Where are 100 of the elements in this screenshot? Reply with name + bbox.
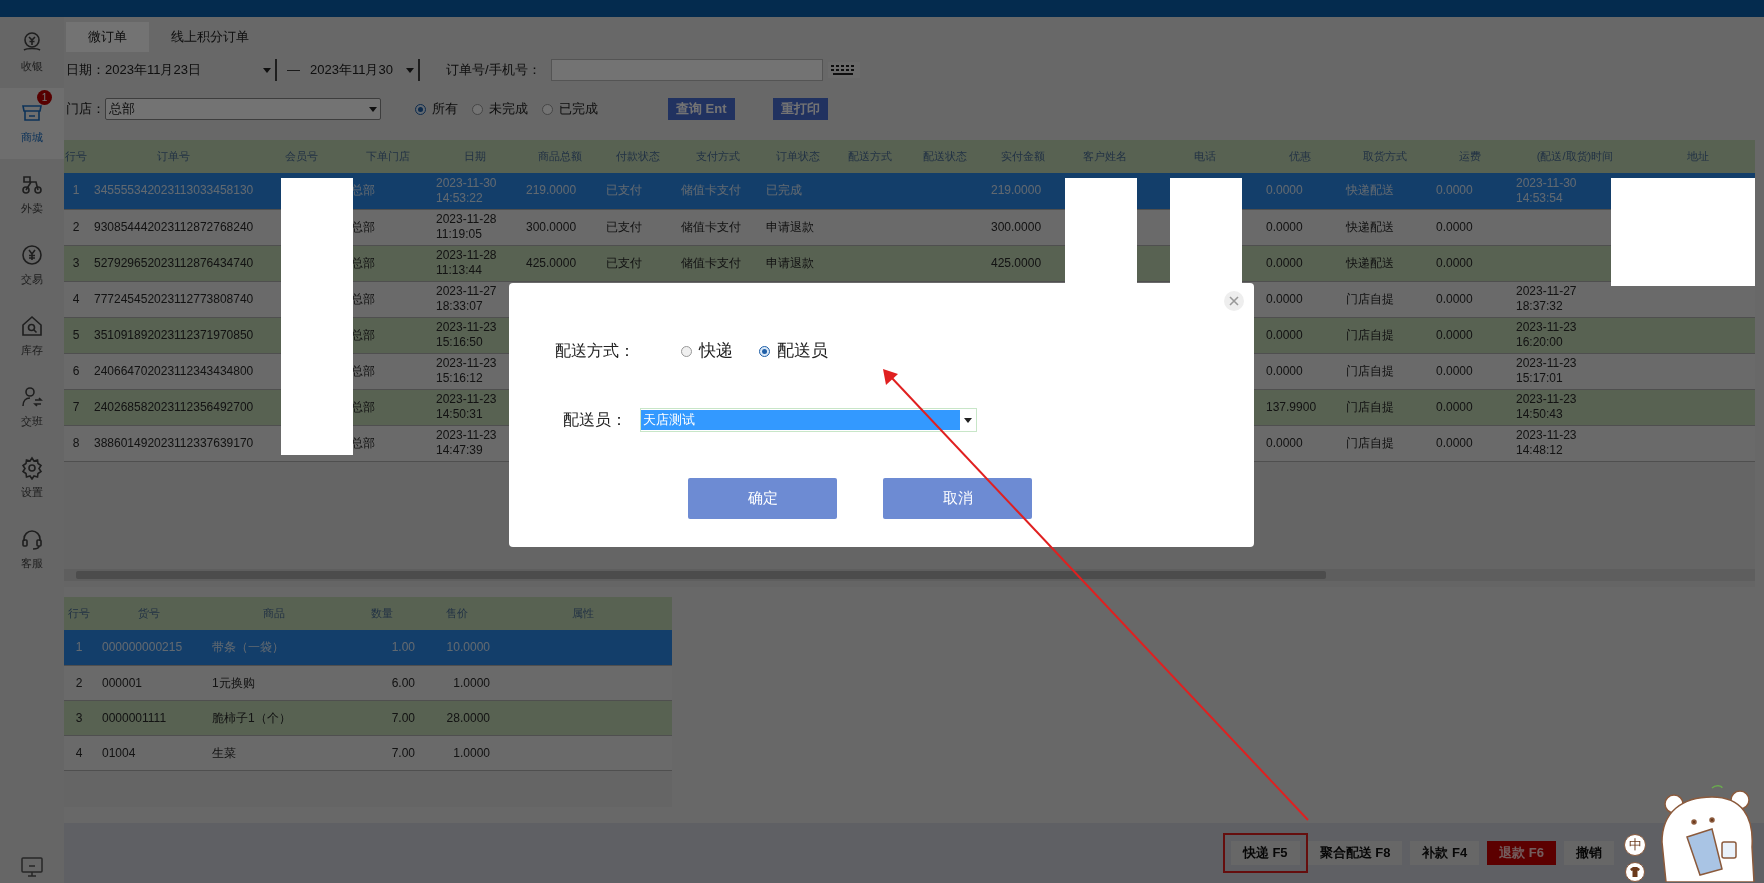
search-field[interactable]	[550, 59, 823, 81]
table-cell: 生菜	[212, 745, 236, 760]
table-cell-text: 2023-11-23 15:16:12	[436, 356, 498, 386]
radio-button[interactable]	[759, 345, 770, 357]
table-cell-text: 2023-11-23 15:17:01	[1516, 356, 1578, 386]
close-icon	[1229, 296, 1239, 306]
tab[interactable]: 微订单	[66, 22, 149, 52]
table-cell: 0.0000	[1436, 399, 1473, 414]
table-cell: 门店自提	[1346, 435, 1394, 450]
table-cell: 0.0000	[1266, 435, 1303, 450]
action-button[interactable]: 聚合配送 F8	[1307, 841, 1403, 865]
table-cell: 7.00	[391, 745, 415, 760]
table-cell: 0.0000	[1436, 363, 1473, 378]
table-cell: 1.00	[391, 640, 415, 655]
close-button[interactable]	[1224, 291, 1244, 311]
table-cell-text: 2023-11-28 11:13:44	[436, 248, 498, 278]
reprint-button[interactable]: 重打印	[772, 98, 828, 120]
action-button[interactable]: 退款 F6	[1487, 841, 1556, 865]
field-label: 配送员：	[563, 410, 628, 430]
table-cell: 1	[75, 640, 83, 655]
table-cell: 申请退款	[766, 255, 814, 270]
table-cell: 777245452023112773808740	[94, 291, 254, 306]
table-cell: 7	[72, 399, 80, 414]
table-cell: 6	[72, 363, 80, 378]
table-cell: 3	[75, 710, 83, 725]
table-cell: 1.0000	[453, 675, 490, 690]
store-select[interactable]: 总部	[105, 98, 381, 120]
dropdown-caret-icon	[369, 106, 377, 112]
horizontal-scrollbar[interactable]	[64, 569, 1755, 581]
radio-button[interactable]	[681, 345, 692, 357]
table-cell: 门店自提	[1346, 399, 1394, 414]
shirt-icon[interactable]	[1625, 862, 1645, 882]
table-cell: 425.0000	[991, 255, 1042, 270]
status-radio[interactable]: 所有	[415, 99, 458, 119]
cancel-button[interactable]: 取消	[883, 478, 1032, 519]
table-cell: 已完成	[766, 183, 802, 198]
radio-button[interactable]	[415, 103, 426, 115]
confirm-button[interactable]: 确定	[688, 478, 837, 519]
item-row[interactable]: 3 0000001111 脆柿子1（个） 7.00 28.0000	[64, 700, 672, 735]
table-cell: 0.0000	[1436, 183, 1473, 198]
table-cell: 0.0000	[1436, 219, 1473, 234]
date-picker[interactable]: 2023年11月30	[310, 59, 420, 81]
table-cell: 快递配送	[1346, 219, 1394, 234]
date-picker[interactable]: 2023年11月23日	[105, 59, 277, 81]
field-label: 门店：	[66, 100, 105, 119]
table-cell-text: 2023-11-30 14:53:22	[436, 175, 498, 206]
table-cell: 0.0000	[1266, 183, 1303, 198]
query-button[interactable]: 查询 Ent	[668, 98, 735, 120]
table-cell: 01004	[102, 745, 136, 760]
radio-button[interactable]	[542, 103, 553, 115]
table-cell: 000001	[102, 675, 143, 690]
table-cell: 000000000215	[102, 640, 183, 655]
item-row[interactable]: 4 01004 生菜 7.00 1.0000	[64, 735, 672, 770]
table-cell: 5	[72, 327, 80, 342]
scrollbar-thumb[interactable]	[76, 571, 1326, 579]
table-cell: 2	[72, 219, 80, 234]
item-row[interactable]: 2 000001 1元换购 6.00 1.0000	[64, 665, 672, 700]
table-cell: 已支付	[606, 255, 642, 270]
table-cell: 0.0000	[1436, 291, 1473, 306]
courier-select[interactable]: 天店测试	[640, 408, 977, 432]
status-radio[interactable]: 未完成	[472, 99, 528, 119]
table-cell: 储值卡支付	[681, 183, 741, 198]
settings-icon	[20, 456, 44, 481]
table-cell: 300.0000	[526, 219, 577, 234]
table-cell: 0.0000	[1266, 327, 1303, 342]
table-cell: 425.0000	[526, 255, 577, 270]
table-cell-text: 2023-11-23 16:20:00	[1516, 320, 1578, 350]
table-cell: 0.0000	[1266, 363, 1303, 378]
field-label: 配送方式：	[555, 341, 636, 361]
table-cell-text: 2023-11-23 14:47:39	[436, 428, 498, 458]
table-cell: 219.0000	[526, 183, 577, 198]
action-button[interactable]: 撤销	[1564, 841, 1614, 865]
table-cell: 345555342023113033458130	[94, 183, 254, 198]
table-cell: 1	[72, 183, 80, 198]
table-cell-text: 2023-11-27 18:33:07	[436, 284, 498, 314]
table-cell: 137.9900	[1266, 399, 1317, 414]
monitor-icon[interactable]	[21, 857, 43, 877]
delivery-method-radio[interactable]: 快递	[681, 338, 733, 364]
table-cell: 申请退款	[766, 219, 814, 234]
table-cell: 0.0000	[1266, 255, 1303, 270]
table-cell: 240664702023112343434800	[94, 363, 254, 378]
action-button[interactable]: 补款 F4	[1410, 841, 1480, 865]
dropdown-caret-icon	[406, 67, 414, 73]
table-cell: 8	[72, 435, 80, 450]
table-cell: 已支付	[606, 219, 642, 234]
table-cell: 300.0000	[991, 219, 1042, 234]
delivery-method-radio[interactable]: 配送员	[759, 338, 828, 364]
table-cell: 28.0000	[446, 710, 490, 725]
notification-badge: 1	[37, 90, 52, 105]
table-cell: 4	[72, 291, 80, 306]
table-cell: 7.00	[391, 710, 415, 725]
action-button[interactable]: 快递 F5	[1230, 841, 1300, 865]
table-cell: 门店自提	[1346, 363, 1394, 378]
dropdown-caret-icon	[263, 67, 271, 73]
table-cell: 门店自提	[1346, 291, 1394, 306]
status-radio[interactable]: 已完成	[542, 99, 598, 119]
table-cell-text: 2023-11-23 15:16:50	[436, 320, 498, 350]
table-cell-text: 2023-11-23 14:50:31	[436, 392, 498, 422]
radio-button[interactable]	[472, 103, 483, 115]
sidebar-item[interactable]: 商城 1	[0, 88, 64, 159]
